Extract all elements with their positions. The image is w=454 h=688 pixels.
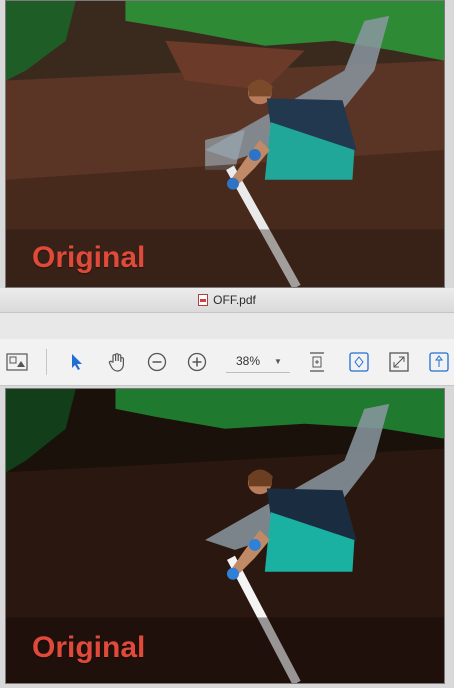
zoom-in-icon[interactable] (186, 351, 208, 373)
zoom-out-icon[interactable] (146, 351, 168, 373)
pdf-file-icon (198, 294, 209, 306)
chevron-down-icon: ▼ (274, 356, 282, 366)
window-titlebar[interactable]: OFF.pdf (0, 288, 454, 313)
zoom-select[interactable]: 38% ▼ (226, 350, 290, 373)
top-original-label: Original (32, 241, 146, 274)
window-title: OFF.pdf (213, 293, 256, 307)
fullscreen-icon[interactable] (388, 351, 410, 373)
hand-tool-icon[interactable] (106, 351, 128, 373)
bottom-photo: Original (5, 388, 445, 684)
select-arrow-icon[interactable] (66, 351, 88, 373)
bottom-original-label: Original (32, 631, 146, 664)
zoom-value: 38% (236, 354, 261, 368)
share-icon[interactable] (428, 351, 450, 373)
toolbar: 38% ▼ (0, 339, 454, 386)
fit-page-icon[interactable] (306, 351, 328, 373)
toolbar-spacer (0, 313, 454, 339)
sidebar-thumbnails-icon[interactable] (6, 351, 28, 373)
rotate-icon[interactable] (348, 351, 370, 373)
toolbar-separator (46, 349, 47, 375)
top-photo: Original (5, 0, 445, 288)
